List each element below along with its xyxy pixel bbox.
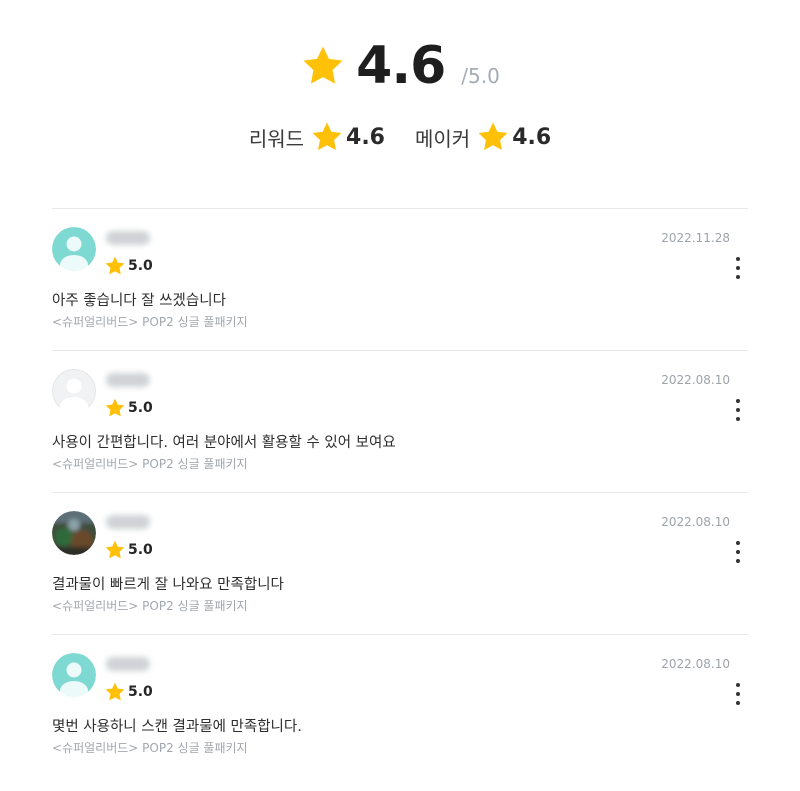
- review-text: 몇번 사용하니 스캔 결과물에 만족합니다.: [52, 719, 302, 735]
- reviewer-name-blurred: [106, 373, 150, 387]
- reviewer-name-blurred: [106, 515, 150, 529]
- star-icon: [105, 398, 125, 417]
- review-item: 5.0 2022.11.28 아주 좋습니다 잘 쓰겠습니다 <슈퍼얼리버드> …: [52, 209, 748, 351]
- star-icon: [303, 46, 343, 84]
- review-text: 아주 좋습니다 잘 쓰겠습니다: [52, 293, 226, 309]
- review-date: 2022.11.28: [661, 231, 730, 245]
- review-option: <슈퍼얼리버드> POP2 싱글 풀패키지: [52, 599, 248, 613]
- review-date: 2022.08.10: [661, 373, 730, 387]
- review-date: 2022.08.10: [661, 657, 730, 671]
- review-rating-value: 5.0: [128, 684, 153, 700]
- sub-rating-maker: 메이커 4.6: [415, 120, 551, 154]
- overall-score: 4.6: [356, 36, 446, 96]
- review-item: 5.0 2022.08.10 사용이 간편합니다. 여러 분야에서 활용할 수 …: [52, 351, 748, 493]
- review-option: <슈퍼얼리버드> POP2 싱글 풀패키지: [52, 741, 248, 755]
- review-list: 5.0 2022.11.28 아주 좋습니다 잘 쓰겠습니다 <슈퍼얼리버드> …: [52, 208, 748, 777]
- more-vertical-icon[interactable]: [732, 257, 744, 279]
- star-icon: [478, 122, 508, 151]
- review-rating: 5.0: [104, 255, 153, 277]
- review-option: <슈퍼얼리버드> POP2 싱글 풀패키지: [52, 315, 248, 329]
- review-option: <슈퍼얼리버드> POP2 싱글 풀패키지: [52, 457, 248, 471]
- review-item: 5.0 2022.08.10 결과물이 빠르게 잘 나와요 만족합니다 <슈퍼얼…: [52, 493, 748, 635]
- review-rating-value: 5.0: [128, 542, 153, 558]
- star-icon: [105, 256, 125, 275]
- sub-rating-score: 4.6: [512, 124, 552, 150]
- sub-rating-label: 리워드: [248, 126, 305, 151]
- sub-ratings: 리워드 4.6 메이커 4.6: [0, 120, 800, 154]
- sub-rating-label: 메이커: [415, 126, 471, 151]
- sub-rating-score: 4.6: [346, 124, 385, 150]
- review-rating-value: 5.0: [128, 400, 153, 416]
- star-icon: [312, 122, 342, 151]
- overall-rating: 4.6 /5.0: [0, 36, 800, 96]
- review-rating: 5.0: [104, 539, 153, 561]
- user-avatar-icon: [52, 227, 96, 271]
- review-text: 결과물이 빠르게 잘 나와요 만족합니다: [52, 577, 284, 593]
- more-vertical-icon[interactable]: [732, 541, 744, 563]
- review-date: 2022.08.10: [661, 515, 730, 529]
- review-rating: 5.0: [104, 681, 153, 703]
- avatar[interactable]: [52, 369, 96, 413]
- rating-summary: 4.6 /5.0 리워드 4.6 메이커 4.6: [0, 0, 800, 208]
- user-avatar-icon: [52, 369, 96, 413]
- avatar[interactable]: [52, 511, 96, 555]
- avatar[interactable]: [52, 653, 96, 697]
- star-icon: [105, 540, 125, 559]
- photo-avatar-icon: [52, 511, 96, 555]
- star-icon: [105, 682, 125, 701]
- reviewer-name-blurred: [106, 657, 150, 671]
- review-rating-value: 5.0: [128, 258, 153, 274]
- more-vertical-icon[interactable]: [732, 399, 744, 421]
- review-rating: 5.0: [104, 397, 153, 419]
- more-vertical-icon[interactable]: [732, 683, 744, 705]
- avatar[interactable]: [52, 227, 96, 271]
- review-text: 사용이 간편합니다. 여러 분야에서 활용할 수 있어 보여요: [52, 435, 396, 451]
- user-avatar-icon: [52, 653, 96, 697]
- review-item: 5.0 2022.08.10 몇번 사용하니 스캔 결과물에 만족합니다. <슈…: [52, 635, 748, 777]
- sub-rating-reward: 리워드 4.6: [249, 120, 385, 154]
- overall-max: /5.0: [461, 64, 500, 88]
- reviewer-name-blurred: [106, 231, 150, 245]
